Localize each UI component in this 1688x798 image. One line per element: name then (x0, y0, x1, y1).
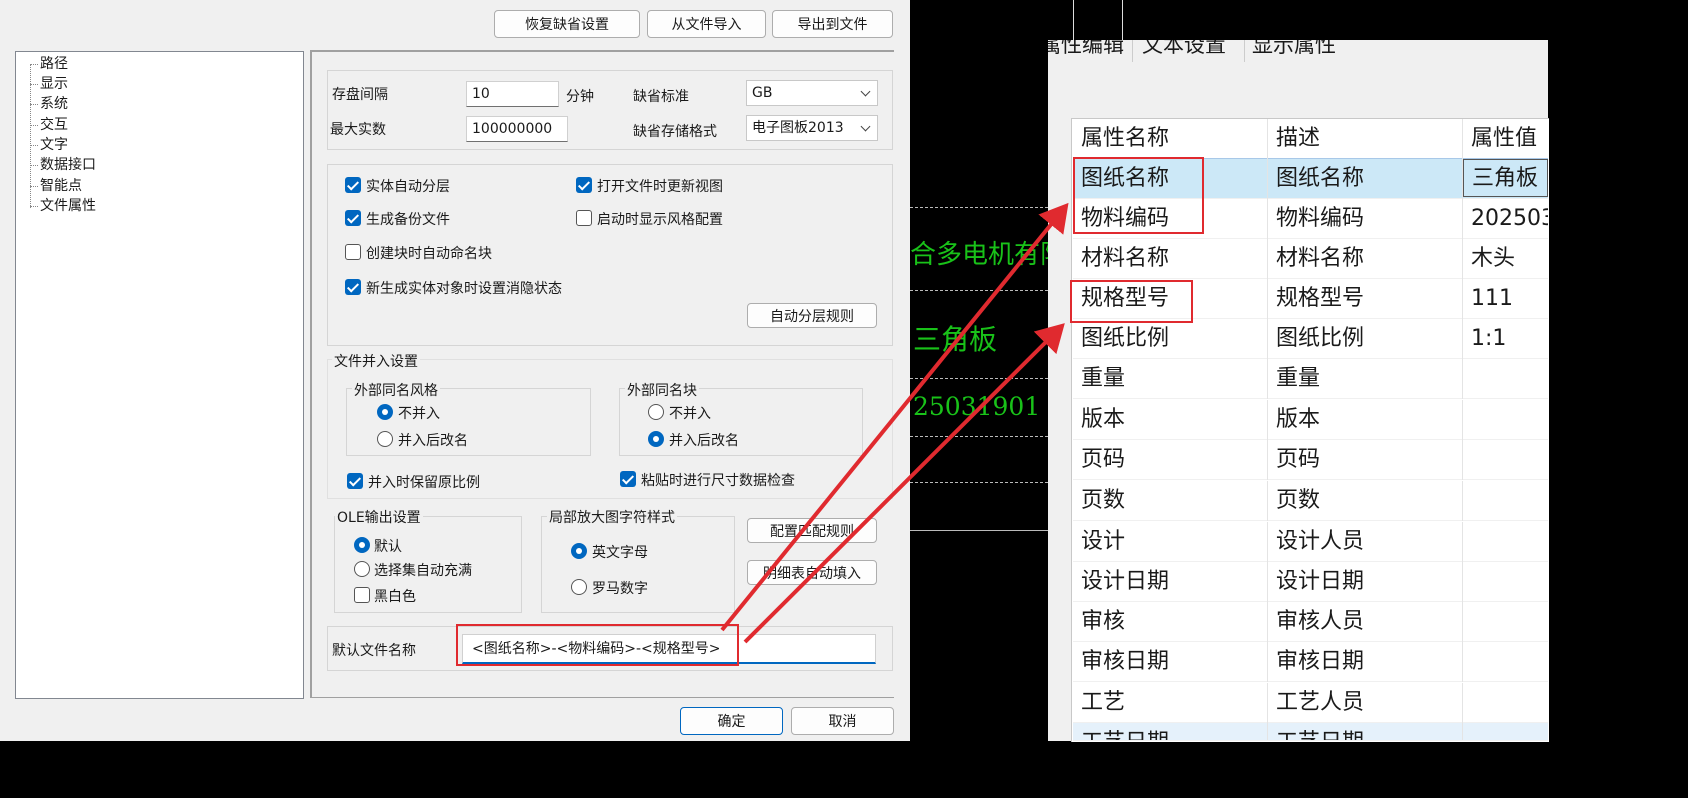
arrow-to-name-code (720, 202, 1069, 632)
annotation-arrows (720, 202, 1069, 644)
arrow-to-spec (743, 323, 1065, 644)
